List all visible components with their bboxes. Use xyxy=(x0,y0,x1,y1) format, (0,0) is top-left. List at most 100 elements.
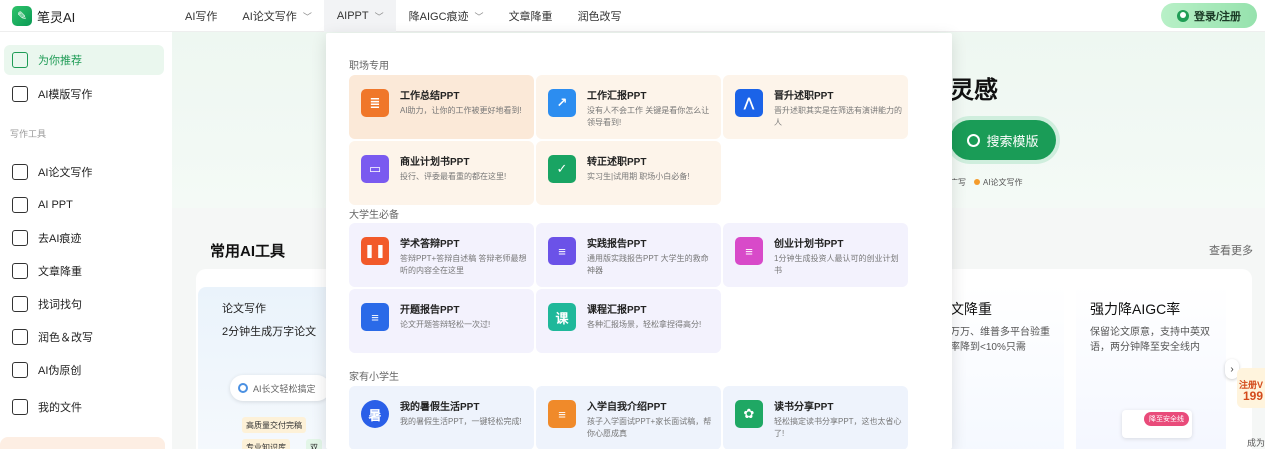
login-label: 登录/注册 xyxy=(1193,10,1242,23)
nav-aippt[interactable]: AIPPT ﹀ xyxy=(323,0,396,32)
sidebar-item-label: 为你推荐 xyxy=(38,55,82,67)
sidebar-item-my-files[interactable]: 我的文件 xyxy=(4,392,164,422)
ppt-item-promotion[interactable]: ⋀ 晋升述职PPT 晋升述职其实是在筛选有演讲能力的人 xyxy=(723,75,908,139)
nav-ai-paper[interactable]: AI论文写作 ﹀ xyxy=(229,0,323,32)
nav-polish[interactable]: 润色改写 xyxy=(565,0,634,32)
item-title: 工作总结PPT xyxy=(400,91,460,102)
ppt-item-business-plan[interactable]: ▭ 商业计划书PPT 投行、评委最看重的都在这里! xyxy=(349,141,534,205)
search-template-button[interactable]: 搜索模版 xyxy=(950,120,1056,160)
item-title: 入学自我介绍PPT xyxy=(587,402,667,413)
promo-line: 成为 xyxy=(1247,438,1265,448)
safe-badge: 降至安全线 xyxy=(1144,412,1189,426)
chevron-down-icon: ﹀ xyxy=(474,11,484,22)
doc-search-icon: ≡ xyxy=(361,303,389,331)
ppt-item-defense[interactable]: ❚❚ 学术答辩PPT 答辩PPT+答辩自述稿 答辩老师最想听的内容全在这里 xyxy=(349,223,534,287)
see-more-link[interactable]: 查看更多 xyxy=(1209,242,1253,258)
banner-link[interactable]: AI论文写作 xyxy=(983,178,1023,187)
home-icon xyxy=(12,52,28,68)
aippt-dropdown-menu: 职场专用 ≣ 工作总结PPT AI助力，让你的工作被更好地看到! ↗ 工作汇报P… xyxy=(326,33,952,449)
card-desc: 万万、维普多平台验重率降到<10%只需 xyxy=(950,327,1050,353)
item-title: 转正述职PPT xyxy=(587,157,647,168)
ppt-item-reading-share[interactable]: ✿ 读书分享PPT 轻松搞定读书分享PPT，这也太省心了! xyxy=(723,386,908,449)
sidebar-item-polish[interactable]: 润色＆改写 xyxy=(4,322,164,352)
card-title: 强力降AIGC率 xyxy=(1090,301,1181,317)
ppt-item-work-summary[interactable]: ≣ 工作总结PPT AI助力，让你的工作被更好地看到! xyxy=(349,75,534,139)
nav-article-dedup[interactable]: 文章降重 xyxy=(496,0,565,32)
erase-icon xyxy=(12,230,28,246)
nav-label: AI写作 xyxy=(185,11,218,23)
sidebar-section-label: 写作工具 xyxy=(10,129,47,139)
intro-icon: ≡ xyxy=(548,400,576,428)
item-title: 课程汇报PPT xyxy=(587,305,647,316)
ppt-item-course-report[interactable]: 课 课程汇报PPT 各种汇报场景，轻松拿捏得高分! xyxy=(536,289,721,353)
sidebar-item-label: 润色＆改写 xyxy=(38,332,93,344)
flame-icon xyxy=(974,179,980,185)
nav-label: 文章降重 xyxy=(508,11,553,23)
sidebar-promo[interactable] xyxy=(0,437,165,449)
user-icon xyxy=(1176,9,1189,22)
item-desc: 轻松搞定读书分享PPT，这也太省心了! xyxy=(774,417,902,438)
nav-label: 降AIGC痕迹 xyxy=(408,11,469,23)
login-button[interactable]: 登录/注册 xyxy=(1161,3,1257,28)
chevron-down-icon: ﹀ xyxy=(374,11,384,22)
feature-tag: 高质量交付完稿 xyxy=(242,417,306,433)
sidebar-item-template[interactable]: AI模版写作 xyxy=(4,79,164,109)
rewrite-icon xyxy=(12,362,28,378)
item-title: 创业计划书PPT xyxy=(774,239,844,250)
file-icon xyxy=(12,399,28,415)
tools-title: 常用AI工具 xyxy=(210,243,286,260)
sidebar-item-find-words[interactable]: 找词找句 xyxy=(4,289,164,319)
search-label: 搜索模版 xyxy=(986,133,1039,149)
plan-doc-icon: ≡ xyxy=(735,237,763,265)
nav-reduce-aigc[interactable]: 降AIGC痕迹 ﹀ xyxy=(396,0,496,32)
card-desc: 保留论文原意，支持中英双语，两分钟降至安全线内 xyxy=(1090,327,1210,353)
ppt-item-summer-life[interactable]: 暑 我的暑假生活PPT 我的暑假生活PPT，一键轻松完成! xyxy=(349,386,534,449)
brand-logo[interactable]: ✎ 笔灵AI xyxy=(12,6,75,26)
report-chart-icon: ↗ xyxy=(548,89,576,117)
ppt-item-practice-report[interactable]: ≡ 实践报告PPT 通用版实践报告PPT 大学生的救命神器 xyxy=(536,223,721,287)
ppt-item-startup-plan[interactable]: ≡ 创业计划书PPT 1分钟生成投资人最认可的创业计划书 xyxy=(723,223,908,287)
ppt-item-regularization[interactable]: ✓ 转正述职PPT 实习生|试用期 职场小白必备! xyxy=(536,141,721,205)
item-title: 读书分享PPT xyxy=(774,402,834,413)
item-title: 开题报告PPT xyxy=(400,305,460,316)
presenter-icon: ⋀ xyxy=(735,89,763,117)
logo-text: 笔灵AI xyxy=(37,9,76,25)
nav-ai-writing[interactable]: AI写作 xyxy=(172,0,229,32)
banner-link[interactable]: 广写 xyxy=(950,178,966,187)
banner-title: 灵感 xyxy=(950,77,998,104)
ppt-item-work-report[interactable]: ↗ 工作汇报PPT 没有人不会工作 关键是看你怎么让领导看到! xyxy=(536,75,721,139)
sidebar-item-dedup[interactable]: 文章降重 xyxy=(4,256,164,286)
template-icon xyxy=(12,86,28,102)
dropdown-section-label: 家有小学生 xyxy=(349,372,399,383)
polish-icon xyxy=(12,329,28,345)
sidebar-item-recommend[interactable]: 为你推荐 xyxy=(4,45,164,75)
main-nav: AI写作 AI论文写作 ﹀ AIPPT ﹀ 降AIGC痕迹 ﹀ 文章降重 润色改写 xyxy=(172,0,634,32)
nav-label: AI论文写作 xyxy=(242,11,297,23)
item-desc: 各种汇报场景，轻松拿捏得高分! xyxy=(587,320,702,329)
item-title: 晋升述职PPT xyxy=(774,91,834,102)
sidebar-item-pseudo-original[interactable]: AI伪原创 xyxy=(4,355,164,385)
checklist-icon: ✓ xyxy=(548,155,576,183)
input-preview-text: AI长文轻松搞定 xyxy=(253,383,316,394)
item-title: 学术答辩PPT xyxy=(400,239,460,250)
loading-ring-icon xyxy=(238,383,248,393)
item-desc: AI助力，让你的工作被更好地看到! xyxy=(400,106,522,115)
reading-icon: ✿ xyxy=(735,400,763,428)
dropdown-section-label: 大学生必备 xyxy=(349,210,399,221)
search-icon xyxy=(967,133,981,147)
sidebar-item-ai-ppt[interactable]: AI PPT xyxy=(4,190,164,220)
sidebar-item-label: AI论文写作 xyxy=(38,167,93,179)
sidebar-item-remove-ai[interactable]: 去AI痕迹 xyxy=(4,223,164,253)
sidebar-item-label: AI模版写作 xyxy=(38,89,93,101)
item-desc: 晋升述职其实是在筛选有演讲能力的人 xyxy=(774,106,902,127)
sidebar-item-ai-paper[interactable]: AI论文写作 xyxy=(4,157,164,187)
briefcase-icon: ▭ xyxy=(361,155,389,183)
feature-tag: 双 xyxy=(306,439,322,449)
sidebar-item-label: 找词找句 xyxy=(38,299,82,311)
ppt-item-proposal[interactable]: ≡ 开题报告PPT 论文开题答辩轻松一次过! xyxy=(349,289,534,353)
feature-tag: 专业知识库 xyxy=(242,439,290,449)
ppt-item-self-intro[interactable]: ≡ 入学自我介绍PPT 孩子入学面试PPT+家长面试稿，帮你心愿成真 xyxy=(536,386,721,449)
reduce-icon xyxy=(12,263,28,279)
clipboard-icon: ≡ xyxy=(548,237,576,265)
item-desc: 论文开题答辩轻松一次过! xyxy=(400,320,491,329)
